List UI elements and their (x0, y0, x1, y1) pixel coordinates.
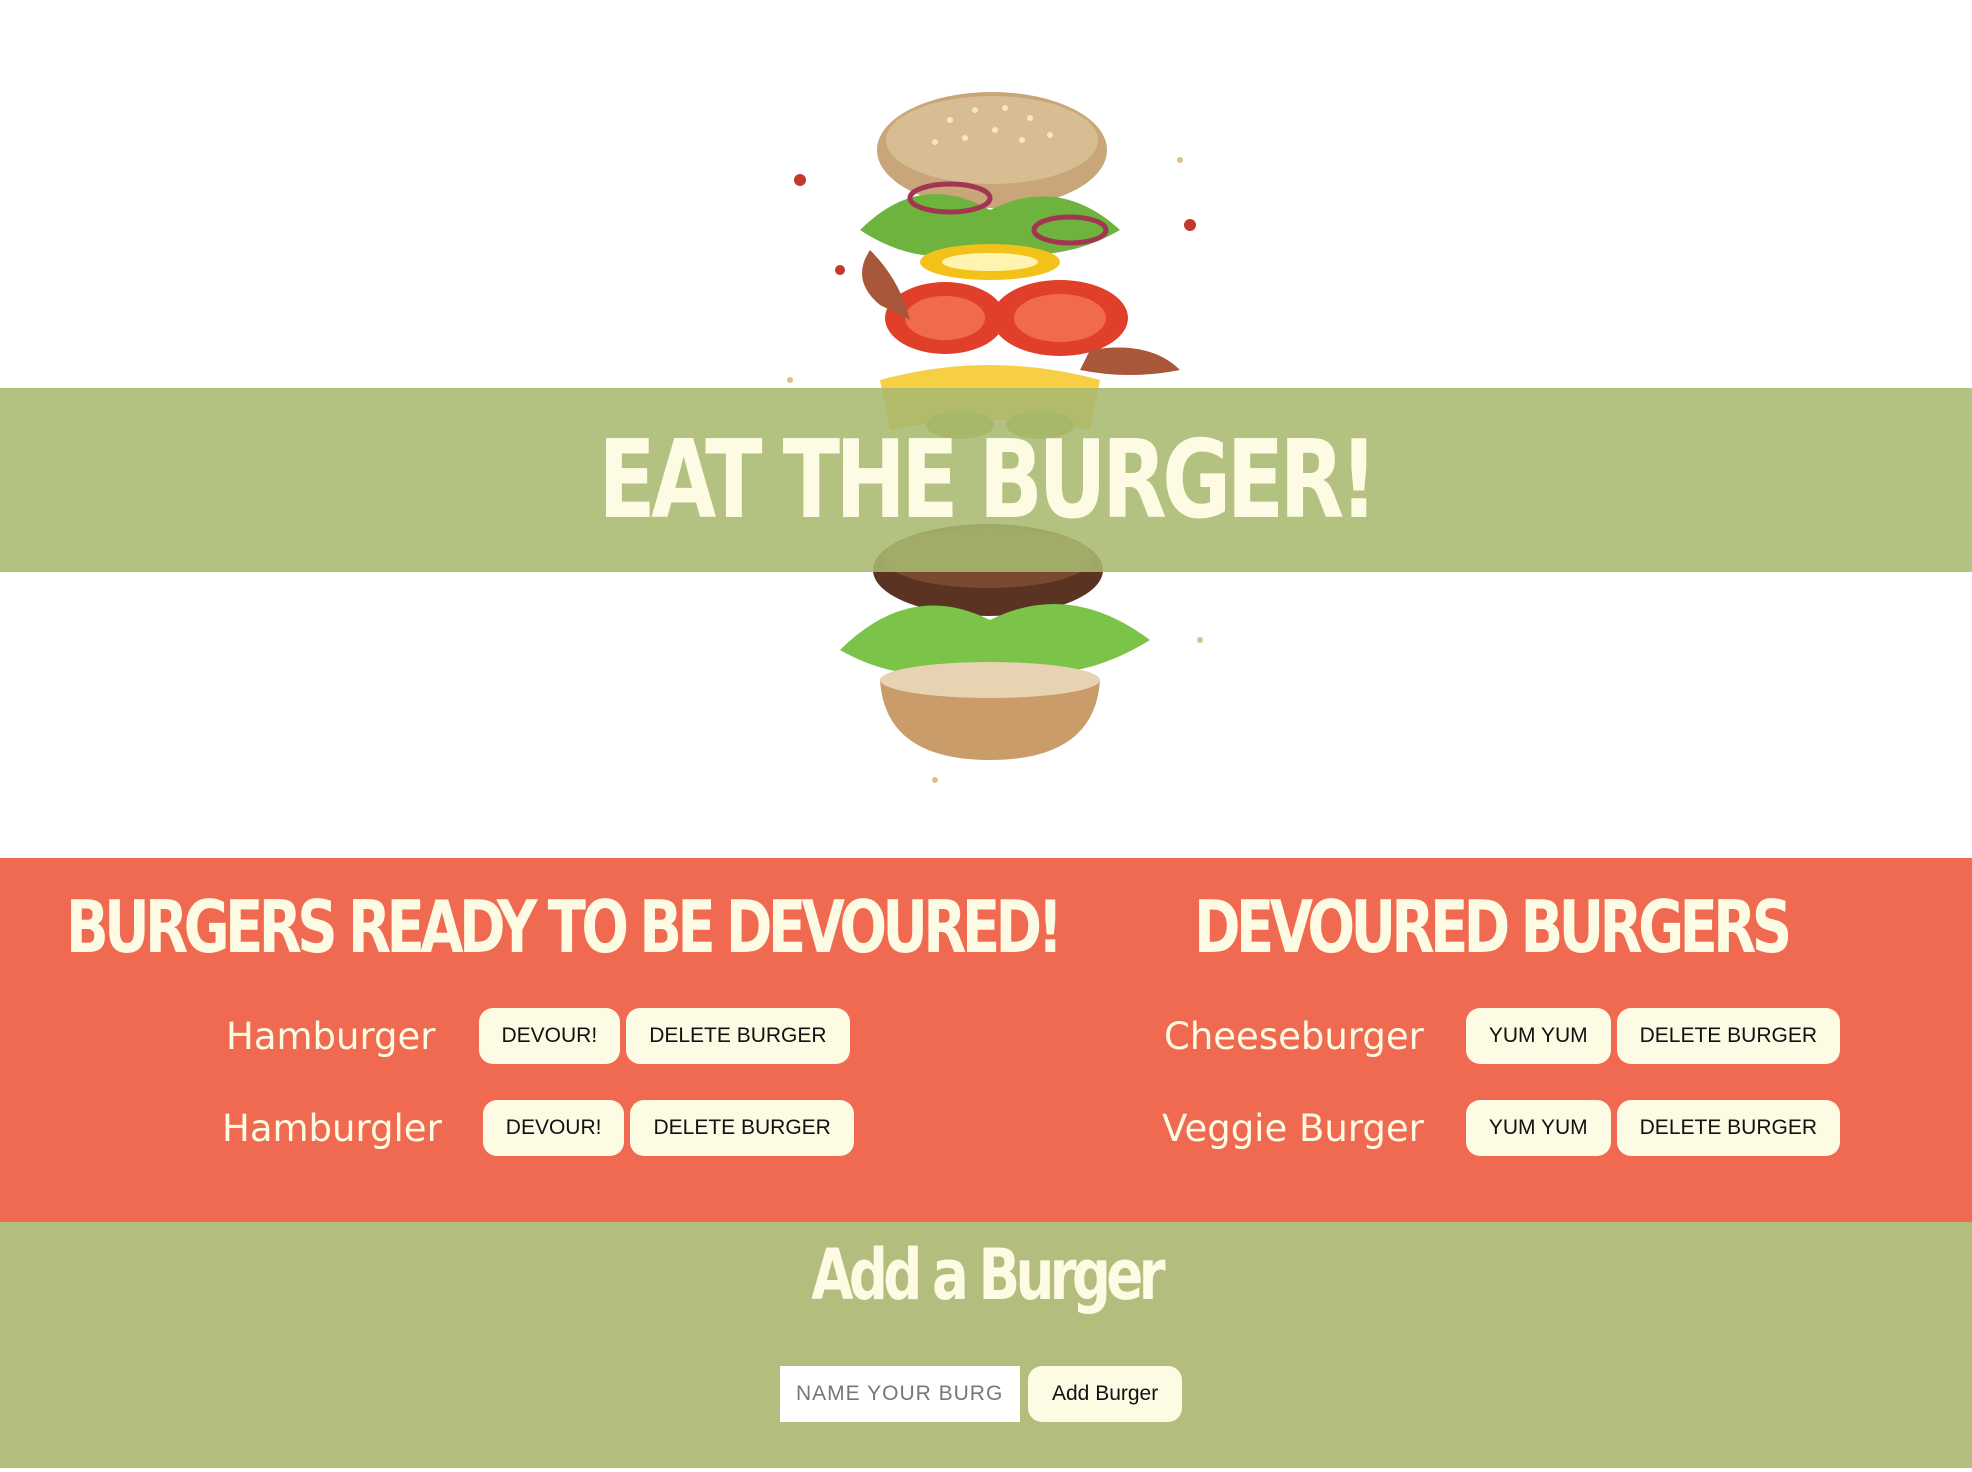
ready-burger-row: Hamburgler DEVOUR! DELETE BURGER (222, 1100, 854, 1156)
burger-name-input[interactable] (780, 1366, 1020, 1422)
burger-lists-section: BURGERS READY TO BE DEVOURED! Hamburger … (0, 858, 1972, 1222)
devour-button[interactable]: DEVOUR! (478, 1008, 621, 1064)
page-bottom-edge (0, 1468, 1972, 1472)
burger-name: Hamburger (226, 1014, 436, 1058)
delete-burger-button[interactable]: DELETE BURGER (1616, 1008, 1840, 1064)
devoured-burgers-heading: DEVOURED BURGERS (1194, 885, 1792, 969)
add-burger-form: Add Burger (780, 1366, 1183, 1422)
title-banner: EAT THE BURGER! (0, 388, 1972, 572)
burger-name: Cheeseburger (1164, 1014, 1424, 1058)
add-burger-heading-wrap: Add a Burger (0, 1230, 1972, 1320)
burger-name: Hamburgler (222, 1106, 442, 1150)
yum-yum-button[interactable]: YUM YUM (1465, 1100, 1611, 1156)
burger-name: Veggie Burger (1162, 1106, 1424, 1150)
devoured-burger-row: Cheeseburger YUM YUM DELETE BURGER (1164, 1008, 1840, 1064)
add-burger-heading: Add a Burger (811, 1234, 1165, 1316)
add-burger-section: Add a Burger Add Burger (0, 1222, 1972, 1468)
hero-section: EAT THE BURGER! (0, 0, 1972, 858)
page-title: EAT THE BURGER! (598, 417, 1378, 543)
devoured-burger-row: Veggie Burger YUM YUM DELETE BURGER (1162, 1100, 1841, 1156)
ready-burgers-column: BURGERS READY TO BE DEVOURED! Hamburger … (0, 858, 1063, 1222)
delete-burger-button[interactable]: DELETE BURGER (1616, 1100, 1841, 1156)
devour-button[interactable]: DEVOUR! (482, 1100, 625, 1156)
ready-burgers-heading: BURGERS READY TO BE DEVOURED! (66, 885, 1063, 969)
delete-burger-button[interactable]: DELETE BURGER (626, 1008, 850, 1064)
devoured-burgers-column: DEVOURED BURGERS Cheeseburger YUM YUM DE… (986, 858, 1972, 1222)
add-burger-button[interactable]: Add Burger (1028, 1366, 1183, 1422)
delete-burger-button[interactable]: DELETE BURGER (630, 1100, 854, 1156)
yum-yum-button[interactable]: YUM YUM (1465, 1008, 1611, 1064)
ready-burger-row: Hamburger DEVOUR! DELETE BURGER (226, 1008, 850, 1064)
